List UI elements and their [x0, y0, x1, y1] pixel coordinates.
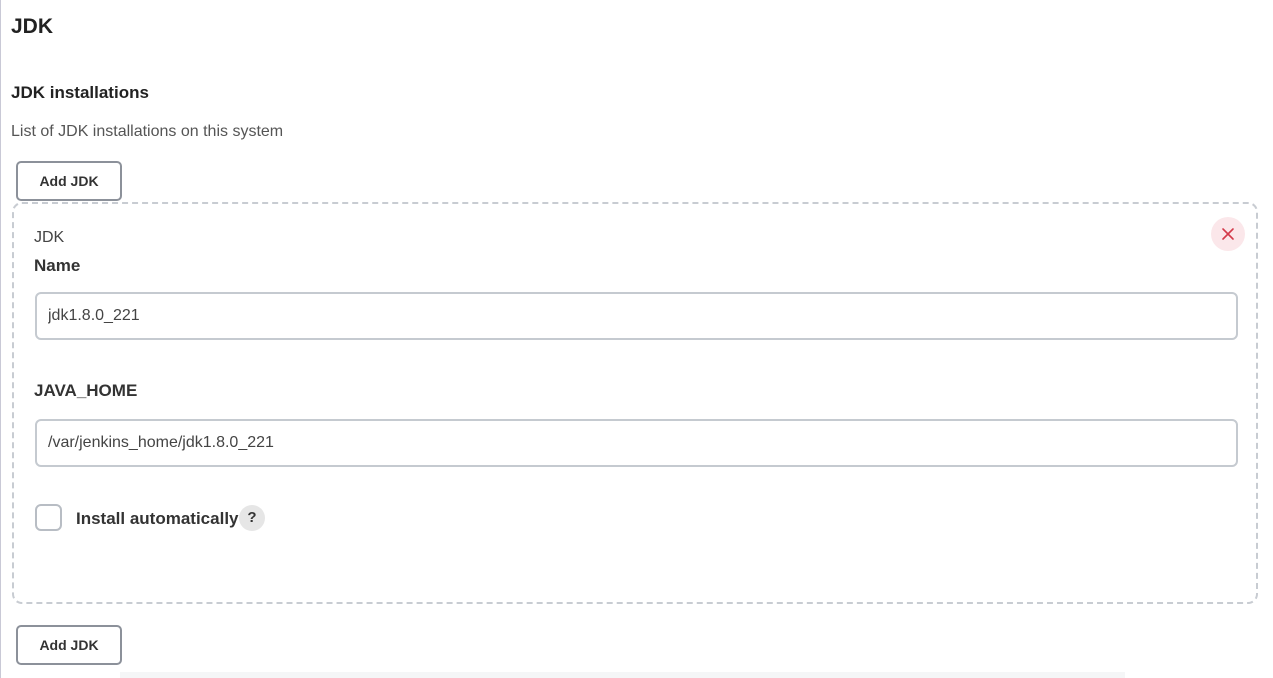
add-jdk-button-top[interactable]: Add JDK — [16, 161, 122, 201]
jdk-card-heading: JDK — [34, 229, 65, 246]
delete-jdk-button[interactable] — [1211, 217, 1245, 251]
jdk-installation-card: JDK Name JAVA_HOME Install automatically… — [12, 202, 1258, 604]
jdk-installations-label: JDK installations — [11, 83, 149, 102]
page-title: JDK — [11, 15, 54, 38]
install-automatically-label[interactable]: Install automatically — [76, 508, 239, 530]
java-home-label: JAVA_HOME — [34, 381, 138, 400]
left-border-line — [0, 0, 1, 678]
name-label: Name — [34, 256, 81, 275]
bottom-bar-shade — [120, 672, 1125, 678]
jdk-installations-description: List of JDK installations on this system — [11, 123, 284, 140]
java-home-input[interactable] — [35, 419, 1238, 467]
question-mark-icon[interactable]: ? — [239, 505, 265, 531]
name-input[interactable] — [35, 292, 1238, 340]
install-automatically-checkbox[interactable] — [35, 504, 62, 531]
close-icon — [1222, 228, 1234, 240]
add-jdk-button-bottom[interactable]: Add JDK — [16, 625, 122, 665]
